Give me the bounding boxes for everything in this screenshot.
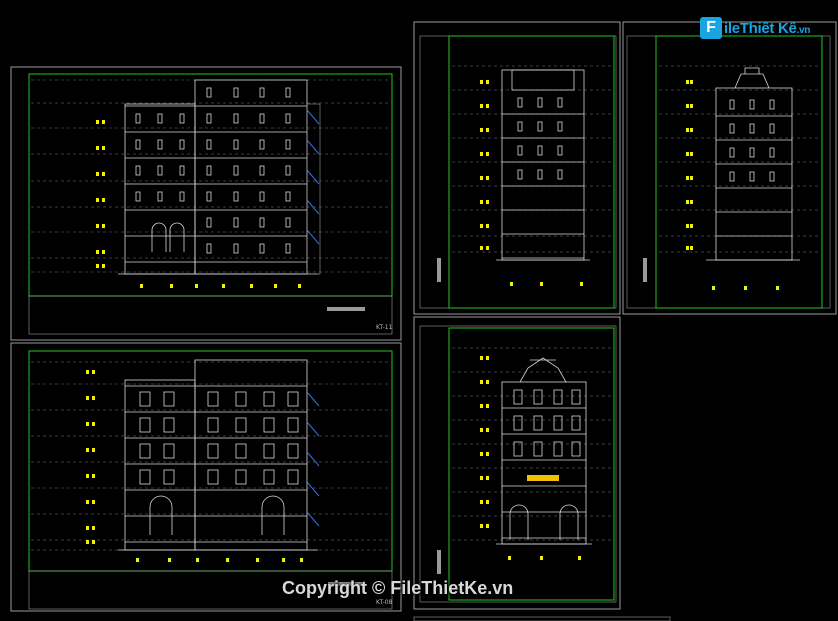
ornate-side-elevation (118, 359, 318, 551)
side-elevation-building (118, 79, 318, 275)
logo-text: ileThiết Kế.vn (724, 19, 811, 37)
sheet-bottom-left (10, 342, 402, 612)
rear-elevation (706, 67, 800, 261)
front-elevation-plain (496, 69, 590, 261)
sheet-bottom-middle (413, 316, 621, 610)
site-logo[interactable]: F ileThiết Kế.vn (700, 14, 810, 42)
sheet-code-1: KT-11 (376, 324, 393, 331)
staircase-railing (306, 103, 321, 275)
staircase-railing-2 (306, 391, 320, 527)
copyright-watermark: Copyright © FileThietKe.vn (282, 578, 514, 598)
sheet-top-middle (413, 21, 621, 315)
cad-drawing-canvas (10, 21, 837, 621)
logo-letter: F (700, 17, 722, 39)
sheet-top-left (10, 66, 402, 341)
sheet-top-right (622, 21, 837, 315)
sheet-code-2: KT-08 (376, 599, 393, 606)
